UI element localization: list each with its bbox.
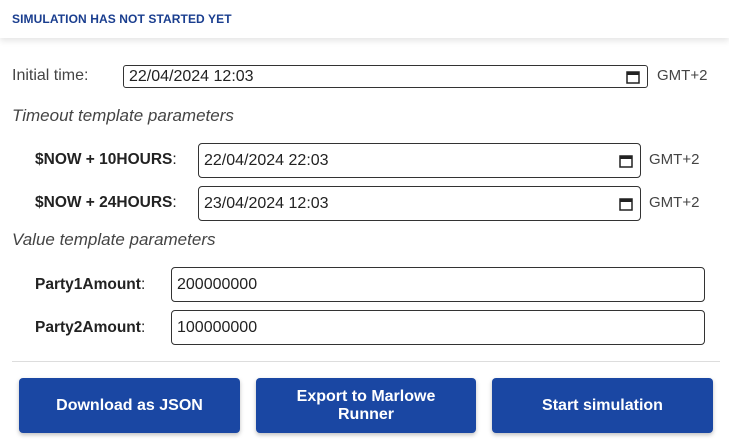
timeout-24hours-input[interactable]: 23/04/2024 12:03 (198, 186, 641, 221)
value-param-row: Party1Amount : (35, 275, 145, 295)
start-simulation-label: Start simulation (542, 396, 663, 414)
timeout-section-title: Timeout template parameters (12, 106, 234, 125)
timeout-10hours-input[interactable]: 22/04/2024 22:03 (198, 143, 641, 178)
party2amount-value: 100000000 (177, 318, 258, 336)
value-param-row: Party2Amount : (35, 318, 145, 338)
timeout-param-colon: : (172, 151, 177, 168)
start-simulation-button[interactable]: Start simulation (492, 378, 713, 433)
timeout-24hours-value: 23/04/2024 12:03 (204, 194, 329, 212)
export-label-line2: Runner (338, 405, 394, 423)
status-bar: SIMULATION HAS NOT STARTED YET (0, 0, 729, 38)
timeout-param-name: $NOW + 24HOURS (35, 194, 173, 211)
simulation-status-text: SIMULATION HAS NOT STARTED YET (12, 12, 232, 26)
timeout-param-colon: : (172, 194, 177, 211)
initial-time-row: Initial time: (12, 66, 88, 86)
value-section-title: Value template parameters (12, 230, 216, 249)
timeout-param-row: $NOW + 24HOURS : (35, 193, 177, 213)
timeout-24hours-timezone: GMT+2 (649, 194, 700, 211)
download-json-button[interactable]: Download as JSON (19, 378, 240, 433)
timeout-param-row: $NOW + 10HOURS : (35, 150, 177, 170)
calendar-icon[interactable] (619, 154, 633, 168)
value-param-colon: : (140, 319, 146, 336)
party1amount-value: 200000000 (177, 275, 258, 293)
calendar-icon[interactable] (626, 70, 640, 84)
party2amount-input[interactable]: 100000000 (171, 310, 705, 345)
timeout-10hours-value: 22/04/2024 22:03 (204, 151, 329, 169)
initial-time-input[interactable]: 22/04/2024 12:03 (123, 65, 648, 88)
divider (12, 361, 720, 362)
initial-time-label: Initial time: (12, 67, 89, 84)
initial-time-value: 22/04/2024 12:03 (129, 67, 254, 85)
export-label-line1: Export to Marlowe (296, 387, 436, 405)
timeout-param-name: $NOW + 10HOURS (35, 151, 173, 168)
value-param-colon: : (140, 276, 146, 293)
calendar-icon[interactable] (619, 197, 633, 211)
download-json-label: Download as JSON (56, 396, 203, 414)
initial-time-timezone: GMT+2 (657, 67, 708, 84)
export-marlowe-runner-button[interactable]: Export to Marlowe Runner (256, 378, 476, 433)
value-param-name: Party2Amount (35, 319, 141, 336)
party1amount-input[interactable]: 200000000 (171, 267, 705, 302)
timeout-10hours-timezone: GMT+2 (649, 151, 700, 168)
value-param-name: Party1Amount (35, 276, 141, 293)
